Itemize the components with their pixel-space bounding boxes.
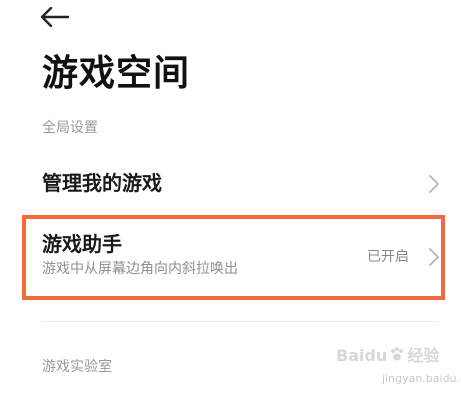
section-label-global-settings: 全局设置 — [42, 120, 98, 136]
manage-my-games-row[interactable]: 管理我的游戏 — [0, 160, 461, 208]
game-assistant-label: 游戏助手 — [42, 232, 122, 256]
back-button[interactable] — [40, 2, 80, 36]
baidu-watermark: Baidu 经验 — [336, 346, 439, 366]
section-label-game-lab: 游戏实验室 — [42, 359, 112, 375]
chevron-right-icon — [428, 174, 440, 194]
manage-my-games-label: 管理我的游戏 — [42, 171, 162, 195]
page-title: 游戏空间 — [42, 53, 191, 94]
game-space-screen: 游戏空间 全局设置 管理我的游戏 游戏助手 游戏中从屏幕边角向内斜拉唤出 已开启… — [0, 0, 461, 400]
divider — [42, 321, 439, 322]
paw-icon — [389, 346, 405, 366]
chevron-right-icon — [428, 247, 440, 267]
game-assistant-row[interactable]: 游戏助手 游戏中从屏幕边角向内斜拉唤出 已开启 — [0, 222, 461, 294]
game-assistant-status: 已开启 — [367, 249, 409, 265]
watermark-suffix: 经验 — [407, 346, 440, 365]
watermark-url: jingyan.baidu.com — [382, 372, 461, 385]
game-assistant-description: 游戏中从屏幕边角向内斜拉唤出 — [42, 261, 238, 277]
arrow-left-icon — [40, 6, 70, 31]
watermark-brand: Baidu — [336, 346, 388, 365]
